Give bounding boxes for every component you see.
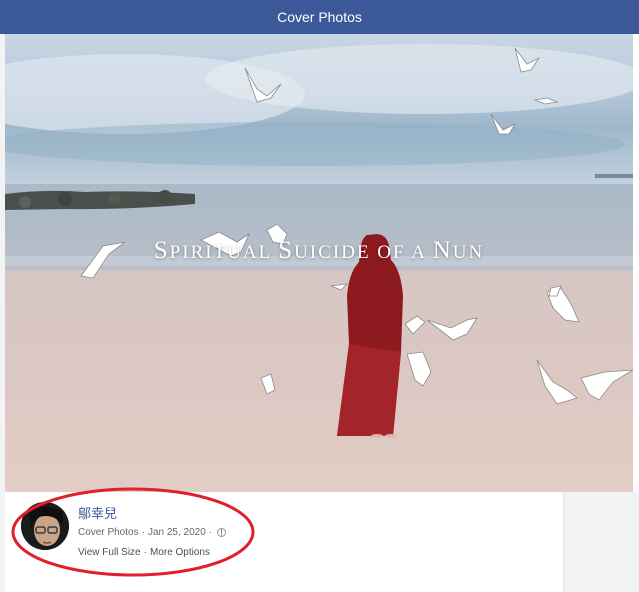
more-options-link[interactable]: More Options — [150, 547, 210, 558]
post-meta: Cover Photos · Jan 25, 2020 · — [78, 527, 227, 538]
caption-letter: S — [153, 237, 170, 264]
photo-info-panel: 鄔幸兒 Cover Photos · Jan 25, 2020 · View F… — [5, 492, 563, 592]
avatar[interactable] — [21, 502, 69, 550]
caption-word: uicide of a — [294, 242, 433, 263]
caption-word: piritual — [169, 242, 279, 263]
action-separator: · — [143, 547, 147, 558]
caption-word: un — [452, 242, 485, 263]
page-title: Cover Photos — [277, 9, 362, 25]
album-link[interactable]: Cover Photos — [78, 527, 139, 538]
author-name-link[interactable]: 鄔幸兒 — [78, 503, 117, 522]
meta-separator: · — [208, 527, 213, 538]
top-bar: Cover Photos — [0, 0, 639, 34]
meta-separator: · — [141, 527, 145, 538]
photo-actions: View Full Size · More Options — [78, 547, 210, 558]
photo-edge — [633, 34, 639, 492]
view-full-size-link[interactable]: View Full Size — [78, 547, 141, 558]
caption-letter: S — [278, 237, 295, 264]
post-date-link[interactable]: Jan 25, 2020 — [148, 527, 206, 538]
caption-letter: N — [432, 237, 453, 264]
avatar-image — [21, 502, 69, 550]
cover-photo[interactable]: Spiritual Suicide of a Nun — [5, 34, 633, 492]
globe-icon[interactable] — [217, 528, 227, 537]
photo-caption-overlay: Spiritual Suicide of a Nun — [5, 237, 633, 265]
